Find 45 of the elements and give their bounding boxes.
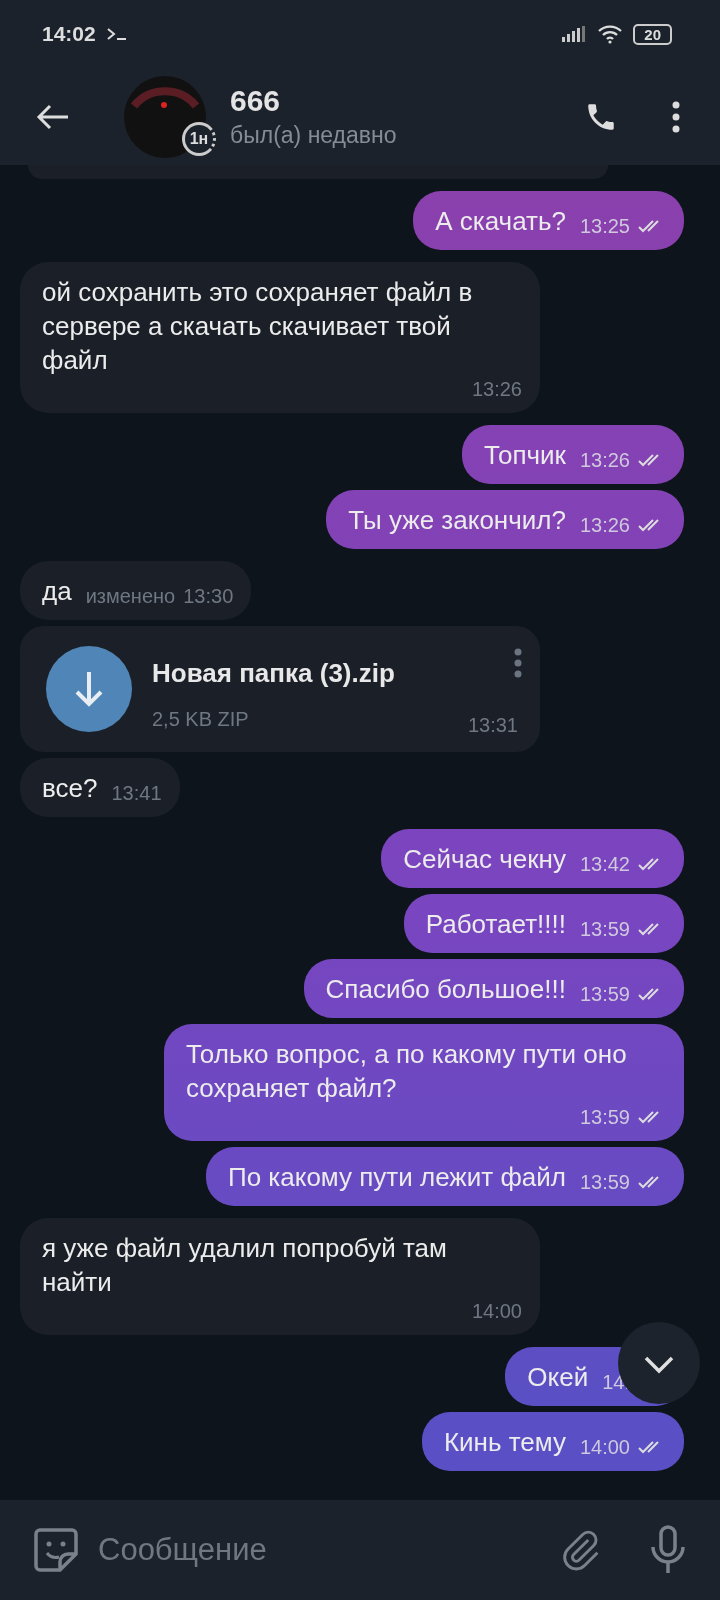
message-time: 13:59 — [579, 1170, 630, 1194]
message-time: 13:26 — [471, 377, 522, 401]
battery-indicator: 20 — [633, 23, 672, 45]
avatar[interactable] — [124, 75, 206, 158]
file-message[interactable]: Новая папка (3).zip 2,5 KB ZIP 13:31 — [20, 626, 540, 752]
sticker-icon[interactable] — [32, 1526, 80, 1574]
message-text: По какому пути лежит файл — [227, 1161, 566, 1194]
message-text: А скачать? — [435, 205, 566, 238]
microphone-icon[interactable] — [648, 1525, 688, 1575]
download-icon[interactable] — [46, 646, 132, 732]
more-options-icon[interactable] — [672, 100, 680, 133]
message-time: 13:31 — [467, 713, 518, 738]
message-time: 14:00 — [471, 1299, 522, 1323]
message-text: Ты уже закончил? — [348, 504, 566, 537]
message-text: Топчик — [484, 439, 566, 472]
message-text: Кинь тему — [443, 1426, 566, 1459]
message-text: ой сохранить это сохраняет файл в сервере а скачать скачивает твой файл — [42, 276, 474, 377]
message-time: 13:41 — [111, 781, 162, 805]
file-size: 2,5 KB ZIP — [152, 707, 250, 732]
message-time: 13:25 — [579, 214, 630, 238]
message-text: Работает!!!! — [425, 908, 566, 941]
wifi-icon — [597, 24, 624, 44]
message-time: 14:00 — [579, 1435, 630, 1459]
last-seen-status: был(а) недавно — [230, 122, 397, 149]
message-text: Окей — [527, 1361, 589, 1394]
message-time: 13:59 — [579, 982, 630, 1006]
back-icon[interactable] — [36, 103, 70, 130]
clock: 14:02 — [42, 22, 96, 46]
message-text: я уже файл удалил попробуй там найти — [42, 1232, 448, 1299]
message-text: Только вопрос, а по какому пути оно сохраняет файл? — [186, 1038, 628, 1105]
message-time: 13:26 — [579, 448, 630, 472]
message-text: все? — [42, 772, 98, 805]
message-time: 13:59 — [579, 917, 630, 941]
edited-label: изменено — [85, 584, 176, 608]
terminal-icon — [105, 27, 128, 41]
message-time: 13:30 — [183, 584, 234, 608]
contact-name: 666 — [230, 84, 282, 118]
message-text: да — [42, 575, 72, 608]
file-name: Новая папка (3).zip — [152, 657, 395, 690]
message-text: Сейчас чекну — [403, 843, 566, 876]
message-time: 13:59 — [579, 1105, 630, 1129]
signal-icon — [561, 26, 588, 42]
message-time: 13:26 — [579, 513, 630, 537]
message-time: 13:42 — [579, 852, 630, 876]
message-text: Спасибо большое!!! — [325, 973, 566, 1006]
